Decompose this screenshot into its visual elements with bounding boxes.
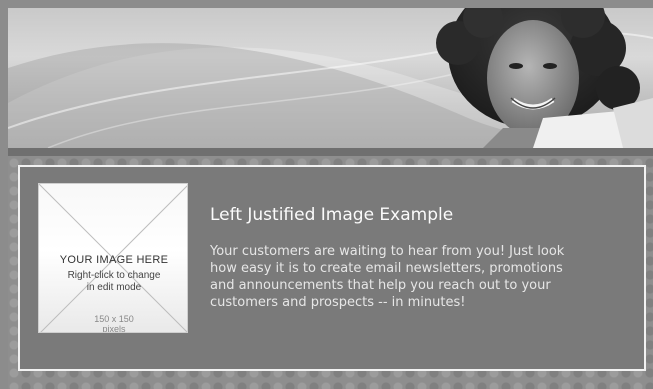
placeholder-hint-line: Right-click to change	[67, 270, 161, 281]
placeholder-title: YOUR IMAGE HERE	[59, 254, 169, 266]
body-line: and announcements that help you reach ou…	[210, 278, 551, 293]
content-heading: Left Justified Image Example	[210, 205, 454, 225]
woman-portrait-photo	[436, 8, 653, 148]
placeholder-size-line: pixels	[102, 324, 126, 333]
email-template-frame: YOUR IMAGE HERE Right-click to change in…	[0, 0, 653, 389]
body-line: how easy it is to create email newslette…	[210, 261, 563, 276]
body-line: Your customers are waiting to hear from …	[210, 244, 565, 259]
image-placeholder[interactable]: YOUR IMAGE HERE Right-click to change in…	[38, 183, 188, 333]
banner-divider	[8, 148, 653, 156]
content-body: Your customers are waiting to hear from …	[210, 243, 630, 311]
body-line: customers and prospects -- in minutes!	[210, 295, 466, 310]
header-banner	[8, 8, 653, 148]
placeholder-hint-line: in edit mode	[86, 282, 142, 293]
email-template: YOUR IMAGE HERE Right-click to change in…	[8, 8, 653, 389]
placeholder-size: 150 x 150 pixels	[39, 314, 187, 333]
content-panel: YOUR IMAGE HERE Right-click to change in…	[18, 165, 646, 371]
placeholder-size-line: 150 x 150	[94, 314, 134, 324]
placeholder-hint: Right-click to change in edit mode	[39, 270, 187, 294]
